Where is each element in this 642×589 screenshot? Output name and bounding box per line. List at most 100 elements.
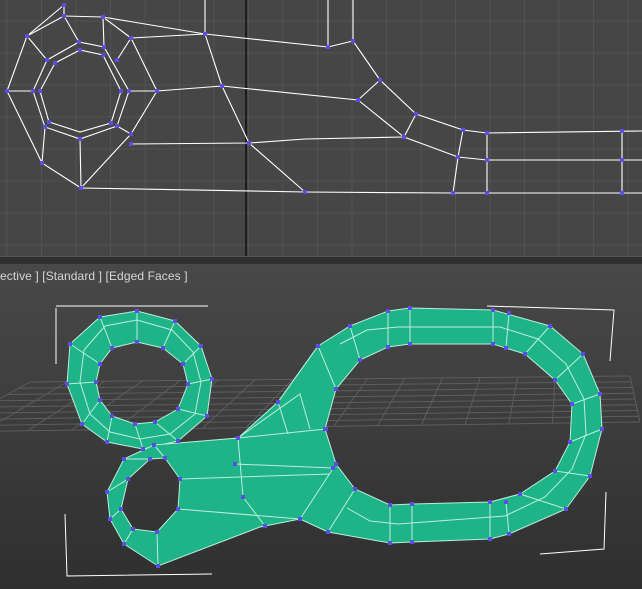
vertex[interactable] (181, 362, 185, 366)
vertex[interactable] (488, 500, 492, 504)
vertex[interactable] (108, 517, 112, 521)
vertex[interactable] (408, 306, 412, 310)
vertex[interactable] (45, 58, 49, 62)
vertex[interactable] (126, 477, 130, 481)
vertex[interactable] (620, 191, 624, 195)
vertex[interactable] (504, 346, 508, 350)
vertex[interactable] (119, 89, 123, 93)
vertex[interactable] (78, 137, 82, 141)
vertex[interactable] (173, 319, 177, 323)
vertex[interactable] (176, 407, 180, 411)
vertex[interactable] (178, 477, 182, 481)
vertex[interactable] (110, 346, 114, 350)
vertex[interactable] (186, 382, 190, 386)
vertex[interactable] (504, 500, 508, 504)
vertex[interactable] (276, 400, 280, 404)
vertex[interactable] (507, 311, 511, 315)
vertex[interactable] (105, 490, 109, 494)
vertex[interactable] (568, 440, 572, 444)
vertex[interactable] (68, 342, 72, 346)
vertex[interactable] (25, 34, 29, 38)
vertex[interactable] (388, 541, 392, 545)
vertex[interactable] (79, 186, 83, 190)
vertex[interactable] (461, 128, 465, 132)
vertex[interactable] (548, 324, 552, 328)
viewport-label-shading[interactable]: [Standard ] (42, 269, 102, 283)
vertex[interactable] (43, 125, 47, 129)
perspective-viewport[interactable]: ective ] [Standard ] [Edged Faces ] (0, 264, 642, 589)
vertex[interactable] (155, 89, 159, 93)
vertex[interactable] (203, 32, 207, 36)
vertex[interactable] (331, 466, 335, 470)
vertex[interactable] (129, 132, 133, 136)
vertex[interactable] (386, 345, 390, 349)
vertex[interactable] (598, 392, 602, 396)
vertex[interactable] (98, 398, 102, 402)
vertex[interactable] (620, 158, 624, 162)
vertex[interactable] (485, 158, 489, 162)
vertex[interactable] (220, 84, 224, 88)
wireframe-mesh[interactable] (6, 0, 642, 194)
vertex[interactable] (236, 436, 240, 440)
vertex[interactable] (122, 542, 126, 546)
vertex[interactable] (148, 457, 152, 461)
vertex[interactable] (356, 98, 360, 102)
vertex[interactable] (303, 190, 307, 194)
vertex[interactable] (408, 342, 412, 346)
vertex[interactable] (334, 462, 338, 466)
vertex[interactable] (414, 112, 418, 116)
vertex[interactable] (410, 502, 414, 506)
vertex[interactable] (53, 61, 57, 65)
vertex[interactable] (5, 89, 9, 93)
vertex[interactable] (80, 422, 84, 426)
vertex[interactable] (155, 530, 159, 534)
vertex[interactable] (161, 346, 165, 350)
vertex[interactable] (386, 309, 390, 313)
vertex[interactable] (485, 131, 489, 135)
vertex[interactable] (152, 443, 156, 447)
vertex[interactable] (62, 14, 66, 18)
vertex[interactable] (353, 487, 357, 491)
vertex[interactable] (507, 532, 511, 536)
vertex[interactable] (324, 427, 328, 431)
vertex[interactable] (78, 48, 82, 52)
vertex[interactable] (523, 352, 527, 356)
vertex[interactable] (129, 36, 133, 40)
vertex[interactable] (564, 507, 568, 511)
vertex[interactable] (65, 382, 69, 386)
vertex-points[interactable] (5, 3, 624, 195)
vertex[interactable] (47, 120, 51, 124)
vertex[interactable] (135, 340, 139, 344)
vertex[interactable] (388, 503, 392, 507)
vertex[interactable] (491, 342, 495, 346)
viewport-label-view[interactable]: ective ] (0, 269, 39, 283)
vertex[interactable] (98, 362, 102, 366)
vertex[interactable] (351, 39, 355, 43)
vertex[interactable] (156, 564, 160, 568)
vertex[interactable] (378, 78, 382, 82)
vertex[interactable] (488, 537, 492, 541)
top-viewport-canvas[interactable] (0, 0, 642, 256)
vertex[interactable] (127, 89, 131, 93)
vertex[interactable] (241, 495, 245, 499)
vertex[interactable] (402, 135, 406, 139)
top-viewport[interactable] (0, 0, 642, 256)
vertex[interactable] (553, 378, 557, 382)
vertex[interactable] (326, 45, 330, 49)
vertex[interactable] (31, 89, 35, 93)
vertex[interactable] (131, 527, 135, 531)
vertex[interactable] (176, 507, 180, 511)
vertex[interactable] (247, 141, 251, 145)
vertex[interactable] (77, 40, 81, 44)
vertex[interactable] (176, 439, 180, 443)
vertex[interactable] (410, 540, 414, 544)
vertex[interactable] (94, 380, 98, 384)
vertex[interactable] (600, 427, 604, 431)
vertex[interactable] (298, 517, 302, 521)
vertex[interactable] (358, 358, 362, 362)
vertex[interactable] (233, 462, 237, 466)
vertex[interactable] (110, 414, 114, 418)
vertex[interactable] (553, 469, 557, 473)
vertex[interactable] (316, 344, 320, 348)
ring-mesh[interactable] (66, 310, 213, 450)
